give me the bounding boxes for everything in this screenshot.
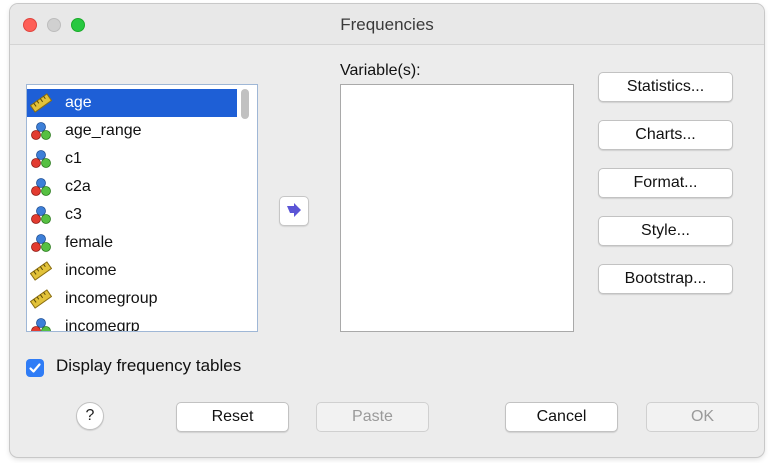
variable-name: incomegroup (65, 290, 158, 307)
variable-name: c2a (65, 178, 91, 195)
arrow-right-icon (287, 203, 301, 217)
title-bar: Frequencies (10, 4, 764, 45)
scale-ruler-icon (29, 93, 53, 113)
variable-name: incomegrp (65, 318, 140, 332)
scrollbar-thumb[interactable] (241, 89, 249, 119)
target-variable-list[interactable] (340, 84, 574, 332)
variable-name: income (65, 262, 117, 279)
reset-button[interactable]: Reset (176, 402, 289, 432)
variable-list-item[interactable]: c3 (27, 201, 237, 229)
nominal-icon (30, 177, 52, 197)
scale-ruler-icon (29, 261, 53, 281)
variable-list-item[interactable]: incomegrp (27, 313, 237, 332)
variable-name: age_range (65, 122, 142, 139)
format-button[interactable]: Format... (598, 168, 733, 198)
paste-button[interactable]: Paste (316, 402, 429, 432)
nominal-icon (30, 121, 52, 141)
cancel-button[interactable]: Cancel (505, 402, 618, 432)
nominal-icon (30, 205, 52, 225)
checkmark-icon (29, 363, 41, 373)
display-frequency-tables-checkbox[interactable] (26, 359, 44, 377)
variables-label: Variable(s): (340, 62, 421, 79)
frequencies-dialog: Frequencies incomegrp incomegroup income fe… (10, 4, 764, 457)
style-button[interactable]: Style... (598, 216, 733, 246)
move-variable-button[interactable] (279, 196, 309, 226)
help-button[interactable]: ? (76, 402, 104, 430)
display-frequency-tables-label[interactable]: Display frequency tables (56, 356, 241, 376)
variable-list-item[interactable]: income (27, 257, 237, 285)
charts-button[interactable]: Charts... (598, 120, 733, 150)
source-variable-list[interactable]: incomegrp incomegroup income female c3 c2a c1 a… (26, 84, 258, 332)
variable-list-item[interactable]: c1 (27, 145, 237, 173)
variable-name: age (65, 94, 92, 111)
window-title: Frequencies (340, 15, 434, 34)
nominal-icon (30, 233, 52, 253)
nominal-icon (30, 149, 52, 169)
statistics-button[interactable]: Statistics... (598, 72, 733, 102)
variable-list-item[interactable]: incomegroup (27, 285, 237, 313)
variable-name: c1 (65, 150, 82, 167)
variable-list-item[interactable]: c2a (27, 173, 237, 201)
variable-list-item[interactable]: age (27, 89, 237, 117)
bootstrap-button[interactable]: Bootstrap... (598, 264, 733, 294)
scale-ruler-icon (29, 289, 53, 309)
ok-button[interactable]: OK (646, 402, 759, 432)
nominal-icon (30, 317, 52, 331)
variable-name: c3 (65, 206, 82, 223)
variable-list-item[interactable]: female (27, 229, 237, 257)
variable-list-item[interactable]: age_range (27, 117, 237, 145)
variable-name: female (65, 234, 114, 251)
